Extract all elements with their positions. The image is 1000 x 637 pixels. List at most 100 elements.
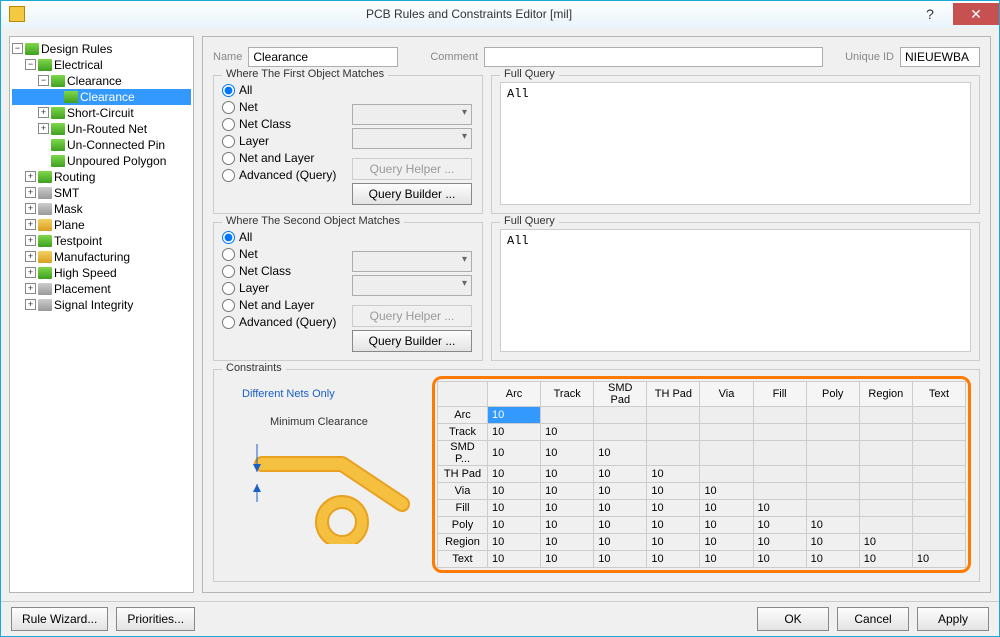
matrix-cell[interactable]: 10 [541,423,594,440]
tree-placement[interactable]: Placement [54,282,111,296]
matrix-cell[interactable]: 10 [700,499,753,516]
matrix-cell[interactable]: 10 [488,423,541,440]
matrix-cell[interactable] [647,406,700,423]
matrix-cell[interactable] [647,423,700,440]
match2-combo-net[interactable] [352,251,472,272]
matrix-cell[interactable] [859,440,912,465]
tree-short-circuit[interactable]: Short-Circuit [67,106,134,120]
match1-radio-netlayer[interactable] [222,152,235,165]
matrix-cell[interactable]: 10 [753,516,806,533]
matrix-cell[interactable] [912,533,965,550]
matrix-cell[interactable] [806,482,859,499]
match1-radio-netclass[interactable] [222,118,235,131]
matrix-cell[interactable] [912,516,965,533]
comment-input[interactable] [484,47,823,67]
apply-button[interactable]: Apply [917,607,989,631]
matrix-cell[interactable]: 10 [541,440,594,465]
match2-radio-all[interactable] [222,231,235,244]
matrix-cell[interactable]: 10 [488,533,541,550]
matrix-cell[interactable]: 10 [700,533,753,550]
matrix-cell[interactable] [912,440,965,465]
matrix-cell[interactable] [594,423,647,440]
match2-query-helper[interactable]: Query Helper ... [352,305,472,327]
matrix-cell[interactable]: 10 [594,499,647,516]
different-nets-label[interactable]: Different Nets Only [242,388,422,400]
match1-radio-layer[interactable] [222,135,235,148]
matrix-cell[interactable] [753,482,806,499]
tree-clearance-rule[interactable]: Clearance [80,90,135,104]
matrix-cell[interactable]: 10 [859,533,912,550]
matrix-cell[interactable]: 10 [806,550,859,567]
name-input[interactable] [248,47,398,67]
match2-radio-net[interactable] [222,248,235,261]
matrix-cell[interactable]: 10 [700,516,753,533]
priorities-button[interactable]: Priorities... [116,607,195,631]
match1-combo-net[interactable] [352,104,472,125]
match1-combo-netclass[interactable] [352,128,472,149]
matrix-cell[interactable] [859,406,912,423]
matrix-cell[interactable]: 10 [912,550,965,567]
matrix-cell[interactable]: 10 [806,533,859,550]
tree-signal-integrity[interactable]: Signal Integrity [54,298,133,312]
matrix-cell[interactable]: 10 [753,533,806,550]
matrix-cell[interactable]: 10 [594,465,647,482]
match1-radio-net[interactable] [222,101,235,114]
match1-query-builder[interactable]: Query Builder ... [352,183,472,205]
matrix-cell[interactable]: 10 [806,516,859,533]
tree-smt[interactable]: SMT [54,186,79,200]
tree-unrouted[interactable]: Un-Routed Net [67,122,147,136]
matrix-cell[interactable] [753,440,806,465]
matrix-cell[interactable]: 10 [594,516,647,533]
matrix-cell[interactable] [647,440,700,465]
matrix-cell[interactable] [912,423,965,440]
matrix-cell[interactable]: 10 [541,465,594,482]
match2-combo-netclass[interactable] [352,275,472,296]
matrix-cell[interactable]: 10 [647,499,700,516]
matrix-cell[interactable] [859,516,912,533]
matrix-cell[interactable]: 10 [541,533,594,550]
matrix-cell[interactable]: 10 [488,440,541,465]
matrix-cell[interactable]: 10 [594,533,647,550]
matrix-cell[interactable]: 10 [541,499,594,516]
matrix-cell[interactable]: 10 [700,482,753,499]
tree-routing[interactable]: Routing [54,170,95,184]
tree-unconnected-pin[interactable]: Un-Connected Pin [67,138,165,152]
rule-wizard-button[interactable]: Rule Wizard... [11,607,108,631]
match2-query-builder[interactable]: Query Builder ... [352,330,472,352]
match2-radio-advanced[interactable] [222,316,235,329]
ok-button[interactable]: OK [757,607,829,631]
matrix-cell[interactable]: 10 [647,465,700,482]
matrix-cell[interactable]: 10 [541,482,594,499]
match2-radio-netlayer[interactable] [222,299,235,312]
matrix-cell[interactable]: 10 [488,550,541,567]
matrix-cell[interactable] [700,406,753,423]
tree-clearance-group[interactable]: Clearance [67,74,122,88]
tree-manufacturing[interactable]: Manufacturing [54,250,130,264]
tree-plane[interactable]: Plane [54,218,85,232]
matrix-cell[interactable] [753,406,806,423]
matrix-cell[interactable]: 10 [594,550,647,567]
matrix-cell[interactable]: 10 [647,533,700,550]
matrix-cell[interactable] [912,482,965,499]
matrix-cell[interactable] [859,482,912,499]
matrix-cell[interactable] [806,440,859,465]
tree-highspeed[interactable]: High Speed [54,266,117,280]
matrix-cell[interactable]: 10 [488,465,541,482]
matrix-cell[interactable]: 10 [859,550,912,567]
cancel-button[interactable]: Cancel [837,607,909,631]
matrix-cell[interactable] [700,440,753,465]
close-button[interactable]: ✕ [953,3,999,25]
matrix-cell[interactable]: 10 [753,550,806,567]
matrix-cell[interactable]: 10 [594,440,647,465]
matrix-cell[interactable] [806,406,859,423]
clearance-matrix[interactable]: ArcTrackSMD PadTH PadViaFillPolyRegionTe… [437,381,966,568]
matrix-cell[interactable] [912,406,965,423]
matrix-cell[interactable] [912,465,965,482]
match2-fullquery-value[interactable]: All [500,229,971,352]
match1-query-helper[interactable]: Query Helper ... [352,158,472,180]
help-button[interactable]: ? [907,3,953,25]
matrix-cell[interactable] [700,465,753,482]
matrix-cell[interactable]: 10 [488,482,541,499]
matrix-cell[interactable] [594,406,647,423]
matrix-cell[interactable] [753,423,806,440]
